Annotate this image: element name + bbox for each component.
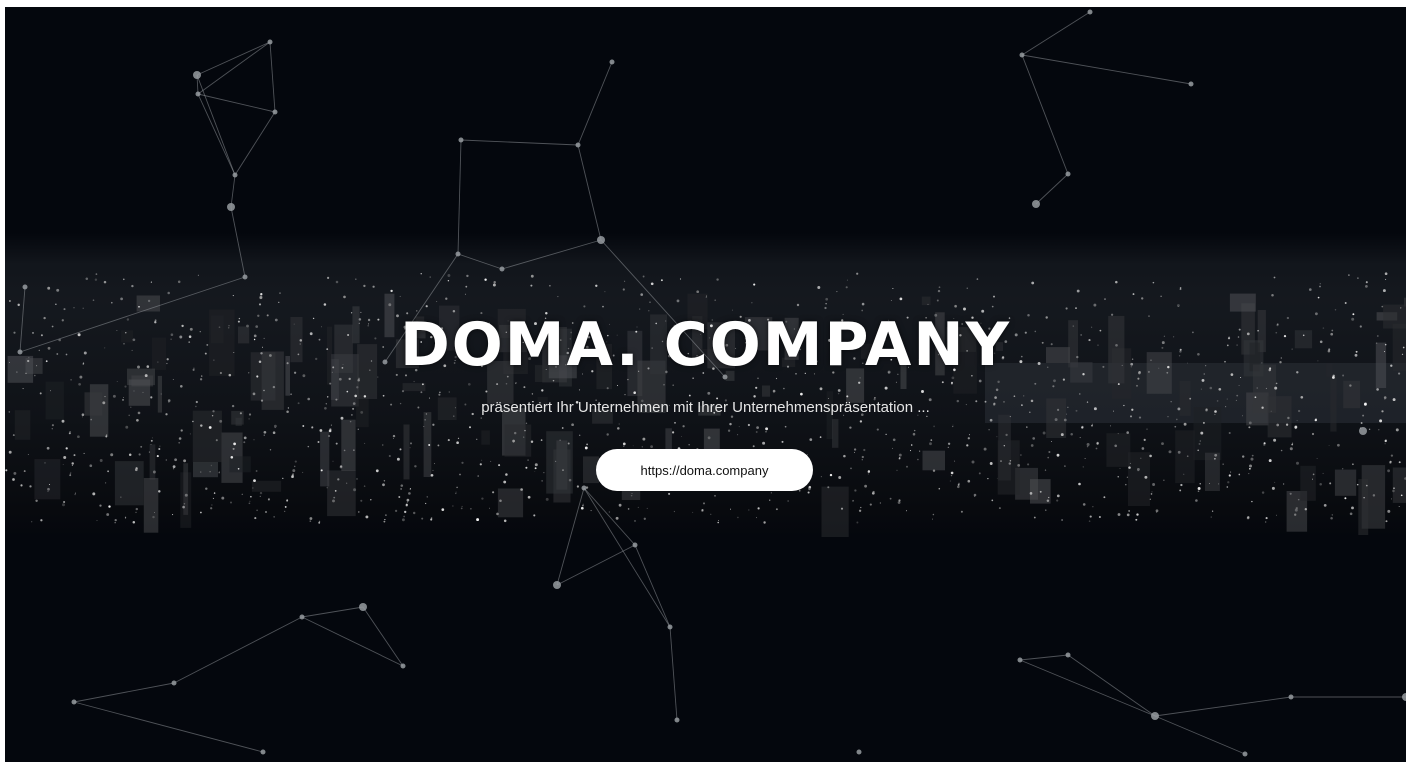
hero-title: DOMA. COMPANY (399, 310, 1012, 380)
hero-content: DOMA. COMPANY präsentiert Ihr Unternehme… (5, 7, 1406, 762)
website-link-button[interactable]: https://doma.company (596, 449, 813, 491)
hero-subtitle: präsentiert Ihr Unternehmen mit Ihrer Un… (481, 399, 930, 416)
hero-section: DOMA. COMPANY präsentiert Ihr Unternehme… (5, 7, 1406, 762)
